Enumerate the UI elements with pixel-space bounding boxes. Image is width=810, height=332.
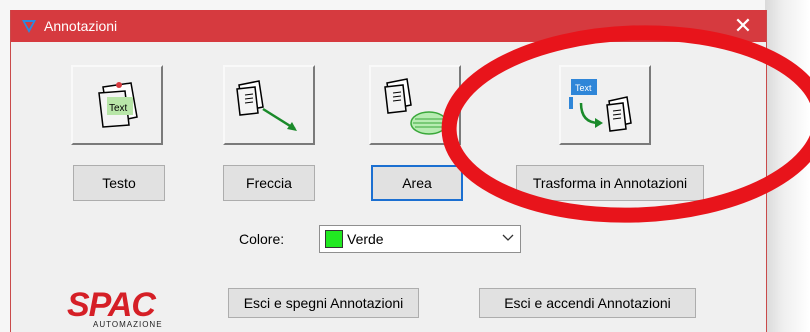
svg-text:SPAC: SPAC: [67, 286, 156, 324]
chevron-down-icon: [502, 234, 514, 241]
freccia-tile[interactable]: [223, 65, 315, 145]
svg-text:Text: Text: [109, 103, 128, 114]
testo-button[interactable]: Testo: [73, 165, 165, 201]
transform-to-annotations-icon: Text: [569, 79, 632, 132]
esci-accendi-button[interactable]: Esci e accendi Annotazioni: [479, 288, 696, 318]
logo-subtitle: AUTOMAZIONE: [93, 320, 163, 329]
window-shadow: [765, 0, 810, 332]
testo-tile[interactable]: Text: [71, 65, 163, 145]
app-logo-icon: [22, 20, 36, 33]
svg-text:Text: Text: [575, 83, 592, 93]
area-button[interactable]: Area: [371, 165, 463, 201]
trasforma-tile[interactable]: Text: [559, 65, 651, 145]
window-title: Annotazioni: [44, 18, 118, 34]
colore-label: Colore:: [239, 231, 285, 247]
colore-select[interactable]: Verde: [319, 225, 521, 253]
color-swatch: [325, 230, 343, 248]
close-button[interactable]: ✕: [720, 10, 766, 42]
title-bar[interactable]: Annotazioni ✕: [11, 10, 766, 42]
area-tile[interactable]: [369, 65, 461, 145]
arrow-note-icon: [236, 80, 297, 131]
esci-spegni-button[interactable]: Esci e spegni Annotazioni: [228, 288, 419, 318]
text-note-icon: Text: [98, 82, 138, 128]
trasforma-button[interactable]: Trasforma in Annotazioni: [516, 165, 704, 201]
annotazioni-dialog: Annotazioni ✕ Text Text Testo Freccia Ar…: [10, 10, 767, 332]
area-note-icon: [384, 78, 448, 135]
freccia-button[interactable]: Freccia: [223, 165, 315, 201]
close-icon: ✕: [733, 13, 753, 38]
colore-selected-value: Verde: [347, 231, 384, 247]
